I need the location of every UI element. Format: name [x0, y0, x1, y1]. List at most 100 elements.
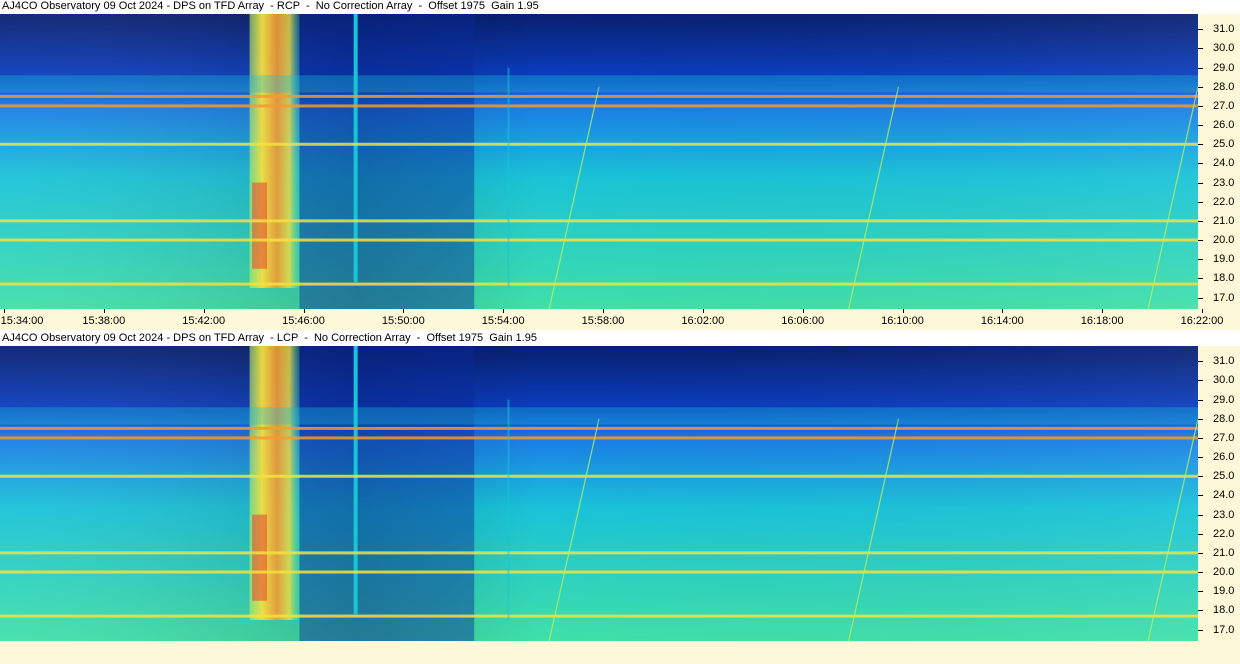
bottom-strip	[0, 641, 1240, 664]
time-axis: 15:34:00 15:38:00 15:42:00 15:46:00 15:50:00…	[0, 309, 1240, 330]
rfi-line	[0, 614, 1198, 618]
y-tick	[1198, 437, 1203, 439]
spectrogram-svg	[0, 346, 1198, 641]
y-tick-label: 18.0	[1213, 604, 1235, 617]
y-tick-label: 28.0	[1213, 412, 1235, 425]
y-tick	[1198, 476, 1203, 478]
y-tick	[1198, 297, 1203, 299]
y-tick	[1198, 86, 1203, 88]
y-tick-label: 29.0	[1213, 61, 1235, 74]
y-tick-label: 27.0	[1213, 99, 1235, 112]
y-tick-label: 28.0	[1213, 80, 1235, 93]
rfi-line	[0, 426, 1198, 430]
y-tick	[1198, 514, 1203, 516]
y-tick-label: 19.0	[1213, 253, 1235, 266]
time-shading	[0, 346, 1198, 641]
y-tick-label: 20.0	[1213, 234, 1235, 247]
x-tick-label: 16:22:00	[1180, 315, 1224, 327]
y-tick-label: 20.0	[1213, 566, 1235, 579]
y-tick-label: 19.0	[1213, 585, 1235, 598]
rfi-line	[0, 282, 1198, 286]
y-tick	[1198, 67, 1203, 69]
y-tick-label: 22.0	[1213, 195, 1235, 208]
x-tick-label: 16:14:00	[980, 315, 1024, 327]
x-tick	[303, 309, 305, 313]
x-tick	[403, 309, 405, 313]
y-tick	[1198, 533, 1203, 535]
y-tick-label: 29.0	[1213, 393, 1235, 406]
y-tick	[1198, 278, 1203, 280]
x-tick-label: 15:38:00	[82, 315, 126, 327]
spectrogram-panel-rcp: AJ4CO Observatory 09 Oct 2024 - DPS on T…	[0, 0, 1240, 330]
x-tick-label: 16:10:00	[881, 315, 924, 327]
y-tick-label: 25.0	[1213, 470, 1235, 483]
time-shading	[0, 14, 1198, 309]
spectrogram-plot	[0, 346, 1198, 641]
faint-vertical-line	[507, 67, 510, 288]
y-tick-label: 31.0	[1213, 355, 1235, 368]
y-tick	[1198, 125, 1203, 127]
y-tick-label: 24.0	[1213, 157, 1235, 170]
x-tick	[603, 309, 604, 313]
y-tick	[1198, 259, 1203, 261]
x-tick-label: 15:54:00	[481, 315, 525, 327]
x-tick-label: 15:58:00	[581, 315, 625, 327]
y-tick-label: 21.0	[1213, 214, 1235, 227]
x-tick	[702, 309, 704, 313]
quiet-region	[299, 346, 475, 641]
rfi-line	[0, 104, 1198, 108]
y-tick-label: 31.0	[1213, 23, 1235, 36]
x-tick	[4, 309, 5, 313]
interference-band	[0, 75, 1198, 93]
narrowband-burst	[353, 346, 358, 615]
x-tick-label: 16:18:00	[1080, 315, 1124, 327]
y-tick-label: 17.0	[1213, 291, 1235, 304]
x-tick-label: 15:42:00	[182, 315, 226, 327]
quiet-region	[299, 14, 475, 309]
y-tick	[1198, 29, 1203, 31]
frequency-axis: 31.0 30.0 29.0 28.0 27.0 26.0 25.0 24.0 23.0 22.0…	[1198, 346, 1240, 641]
y-tick-label: 21.0	[1213, 546, 1235, 559]
x-tick-label: 16:02:00	[681, 315, 725, 327]
x-tick	[1102, 309, 1104, 313]
x-tick-label: 16:06:00	[781, 315, 825, 327]
y-tick	[1198, 182, 1203, 184]
y-tick-label: 26.0	[1213, 119, 1235, 132]
y-tick	[1198, 380, 1203, 382]
y-tick	[1198, 399, 1203, 401]
y-tick	[1198, 572, 1203, 574]
rfi-line	[0, 570, 1198, 574]
rfi-line	[0, 436, 1198, 440]
x-tick-label: 15:50:00	[381, 315, 425, 327]
y-tick-label: 23.0	[1213, 176, 1235, 189]
x-tick-label: 15:34:00	[0, 315, 44, 327]
y-tick	[1198, 552, 1203, 554]
x-tick	[1202, 309, 1203, 313]
y-tick	[1198, 418, 1203, 420]
y-tick	[1198, 629, 1203, 631]
spectrogram-svg	[0, 14, 1198, 309]
x-tick-label: 15:46:00	[282, 315, 325, 327]
y-tick	[1198, 610, 1203, 612]
y-tick-label: 22.0	[1213, 527, 1235, 540]
y-tick-label: 27.0	[1213, 431, 1235, 444]
rfi-line	[0, 551, 1198, 555]
y-tick	[1198, 240, 1203, 242]
y-tick	[1198, 495, 1203, 497]
y-tick	[1198, 144, 1203, 146]
y-tick	[1198, 220, 1203, 222]
spectrogram-panel-lcp: AJ4CO Observatory 09 Oct 2024 - DPS on T…	[0, 332, 1240, 662]
frequency-axis: 31.0 30.0 29.0 28.0 27.0 26.0 25.0 24.0 23.0 22.0…	[1198, 14, 1240, 309]
rfi-line	[0, 219, 1198, 223]
interference-band	[0, 407, 1198, 425]
x-tick	[203, 309, 205, 313]
y-tick	[1198, 201, 1203, 203]
y-tick-label: 24.0	[1213, 489, 1235, 502]
x-tick	[902, 309, 904, 313]
panel-title: AJ4CO Observatory 09 Oct 2024 - DPS on T…	[2, 0, 539, 12]
rfi-line	[0, 94, 1198, 98]
y-tick-label: 18.0	[1213, 272, 1235, 285]
rfi-line	[0, 474, 1198, 478]
y-tick	[1198, 457, 1203, 459]
faint-vertical-line	[507, 399, 510, 620]
